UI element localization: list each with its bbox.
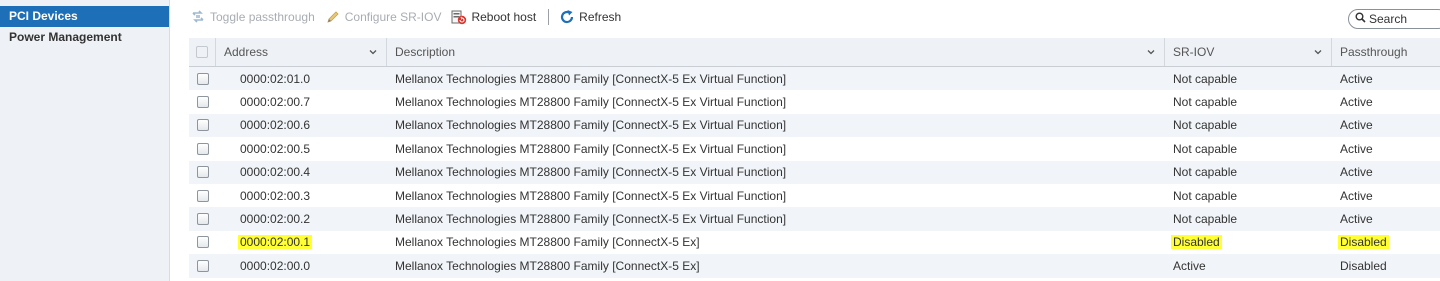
sidebar-item-power-management[interactable]: Power Management [0,27,169,48]
table-body: 0000:02:01.0 Mellanox Technologies MT288… [189,67,1440,278]
description-cell: Mellanox Technologies MT28800 Family [Co… [395,118,787,133]
table-row[interactable]: 0000:02:00.3 Mellanox Technologies MT288… [189,183,1440,208]
address-cell: 0000:02:00.5 [240,141,311,156]
table-row[interactable]: 0000:02:00.1 Mellanox Technologies MT288… [189,230,1440,255]
table-header: Address Description SR-IOV Passthrough [189,38,1440,67]
highlighted-passthrough-status: Disabled [1338,235,1389,250]
description-cell: Mellanox Technologies MT28800 Family [Co… [395,95,787,110]
sriov-cell: Active [1173,258,1206,273]
toolbar-divider [548,9,550,25]
description-cell: Mellanox Technologies MT28800 Family [Co… [395,71,787,86]
toggle-passthrough-button[interactable]: Toggle passthrough [190,6,315,28]
sriov-cell: Not capable [1173,71,1238,86]
chevron-down-icon[interactable] [1146,46,1156,60]
address-cell: 0000:02:00.7 [240,95,311,110]
reboot-host-label: Reboot host [471,10,537,24]
refresh-icon [559,9,575,25]
column-header-sriov-label: SR-IOV [1173,45,1215,59]
reboot-host-button[interactable]: Reboot host [451,6,536,28]
chevron-down-icon[interactable] [368,46,378,60]
sriov-cell: Disabled [1165,231,1332,254]
table-row[interactable]: 0000:02:00.4 Mellanox Technologies MT288… [189,160,1440,184]
sriov-cell: Not capable [1173,165,1238,180]
address-cell: 0000:02:00.0 [240,258,311,273]
description-cell: Mellanox Technologies MT28800 Family [Co… [395,165,787,180]
passthrough-cell: Active [1340,188,1373,203]
address-cell: 0000:02:00.6 [240,118,311,133]
column-header-description-label: Description [395,45,456,59]
passthrough-cell: Disabled [1340,258,1387,273]
address-cell: 0000:02:00.2 [240,212,311,227]
highlighted-address: 0000:02:00.1 [238,235,313,250]
passthrough-cell: Active [1340,141,1373,156]
column-header-sriov[interactable]: SR-IOV [1165,38,1332,66]
pencil-icon [325,9,341,25]
column-header-passthrough[interactable]: Passthrough [1332,38,1440,66]
search-box[interactable] [1348,9,1440,29]
passthrough-cell: Active [1340,95,1373,110]
row-checkbox[interactable] [196,72,209,85]
address-cell: 0000:02:00.4 [240,165,311,180]
passthrough-cell: Active [1340,212,1373,227]
passthrough-cell: Disabled [1332,231,1440,254]
sriov-cell: Not capable [1173,188,1238,203]
header-select-cell [189,38,216,66]
row-checkbox[interactable] [196,142,209,155]
row-checkbox[interactable] [196,189,209,202]
sriov-cell: Not capable [1173,95,1238,110]
row-checkbox[interactable] [196,119,209,132]
row-checkbox[interactable] [196,96,209,109]
column-header-description[interactable]: Description [387,38,1165,66]
column-header-address-label: Address [224,45,269,59]
passthrough-cell: Active [1340,71,1373,86]
search-input[interactable] [1369,12,1439,26]
table-row[interactable]: 0000:02:00.0 Mellanox Technologies MT288… [189,254,1440,278]
table-row[interactable]: 0000:02:00.2 Mellanox Technologies MT288… [189,207,1440,231]
toolbar: Toggle passthrough Configure SR-IOV Rebo… [190,6,631,28]
passthrough-cell: Active [1340,118,1373,133]
table-row[interactable]: 0000:02:00.7 Mellanox Technologies MT288… [189,90,1440,114]
sidebar: PCI Devices Power Management [0,0,170,281]
reboot-icon [451,9,467,25]
description-cell: Mellanox Technologies MT28800 Family [Co… [395,141,787,156]
configure-sriov-button[interactable]: Configure SR-IOV [325,6,442,28]
sriov-cell: Not capable [1173,212,1238,227]
table-row[interactable]: 0000:02:01.0 Mellanox Technologies MT288… [189,67,1440,91]
row-checkbox[interactable] [196,213,209,226]
column-header-address[interactable]: Address [216,38,387,66]
row-checkbox[interactable] [196,259,209,272]
description-cell: Mellanox Technologies MT28800 Family [Co… [395,258,700,273]
column-header-passthrough-label: Passthrough [1340,45,1408,59]
passthrough-icon [190,9,206,25]
sidebar-item-pci-devices[interactable]: PCI Devices [0,6,169,27]
table-row[interactable]: 0000:02:00.5 Mellanox Technologies MT288… [189,137,1440,161]
address-cell: 0000:02:00.1 [216,231,387,254]
configure-sriov-label: Configure SR-IOV [344,10,442,24]
chevron-down-icon[interactable] [1313,46,1323,60]
pci-devices-table: Address Description SR-IOV Passthrough 0… [189,38,1440,278]
description-cell: Mellanox Technologies MT28800 Family [Co… [395,212,787,227]
refresh-button[interactable]: Refresh [559,6,621,28]
highlighted-sriov-status: Disabled [1171,235,1222,250]
row-checkbox[interactable] [196,166,209,179]
select-all-checkbox[interactable] [196,46,208,58]
address-cell: 0000:02:00.3 [240,188,311,203]
description-cell: Mellanox Technologies MT28800 Family [Co… [395,235,700,250]
toggle-passthrough-label: Toggle passthrough [210,10,315,24]
table-row[interactable]: 0000:02:00.6 Mellanox Technologies MT288… [189,113,1440,138]
refresh-label: Refresh [579,10,622,24]
sriov-cell: Not capable [1173,141,1238,156]
passthrough-cell: Active [1340,165,1373,180]
address-cell: 0000:02:01.0 [240,71,311,86]
description-cell: Mellanox Technologies MT28800 Family [Co… [395,188,787,203]
search-icon [1355,12,1366,26]
row-checkbox[interactable] [196,236,209,249]
sriov-cell: Not capable [1173,118,1238,133]
